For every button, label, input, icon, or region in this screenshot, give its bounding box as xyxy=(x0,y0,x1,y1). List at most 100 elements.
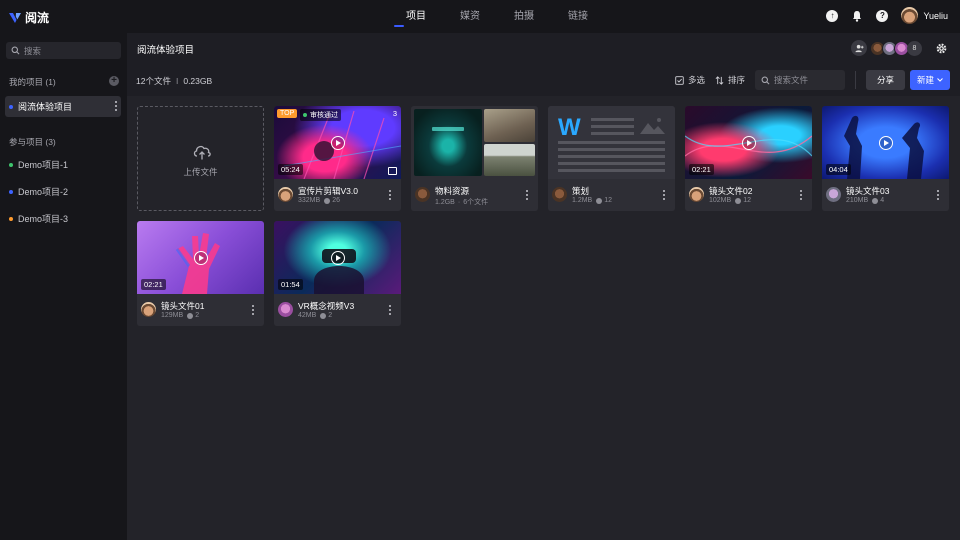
file-name: 宣传片剪辑V3.0 xyxy=(298,186,358,196)
tab-label: 拍摄 xyxy=(514,11,534,22)
folder-thumbnail[interactable] xyxy=(411,106,538,179)
toolbar-divider xyxy=(855,71,856,89)
play-icon[interactable] xyxy=(878,135,893,150)
file-card[interactable]: 04:04 镜头文件03 210MB 4 xyxy=(822,106,949,211)
sidebar-item-demo-3[interactable]: Demo项目-3 xyxy=(5,208,121,229)
tab-shooting[interactable]: 拍摄 xyxy=(497,0,551,33)
collaborators: 8 xyxy=(851,40,947,56)
duration-label: 04:04 xyxy=(826,164,851,175)
file-card[interactable]: TOP 审核通过 3 05:24 宣传片剪辑V3.0 332MB 26 xyxy=(274,106,401,211)
more-icon[interactable] xyxy=(251,305,254,317)
project-dot xyxy=(9,216,13,221)
tab-links[interactable]: 链接 xyxy=(551,0,605,33)
file-meta: 129MB 2 xyxy=(161,312,199,319)
file-toolbar: 多选 排序 分享 新建 xyxy=(675,70,950,90)
file-size: 129MB xyxy=(161,312,184,319)
file-card[interactable]: 02:21 镜头文件01 129MB 2 xyxy=(137,221,264,326)
upload-icon[interactable]: ↑ xyxy=(826,9,839,22)
duration-label: 05:24 xyxy=(278,164,303,175)
app-logo[interactable]: 阅流 xyxy=(9,9,49,26)
sidebar-item-project[interactable]: 阅流体验项目 xyxy=(5,96,121,117)
word-doc-icon: W xyxy=(558,114,665,172)
project-dot xyxy=(9,162,13,167)
card-info: 策划 1.2MB 12 xyxy=(548,179,675,211)
more-icon[interactable] xyxy=(388,305,391,317)
play-icon[interactable] xyxy=(741,135,756,150)
more-icon[interactable] xyxy=(114,101,117,112)
duration-label: 02:21 xyxy=(141,279,166,290)
card-info: VR概念视频V3 42MB 2 xyxy=(274,294,401,326)
new-button[interactable]: 新建 xyxy=(910,70,950,90)
sort-label: 排序 xyxy=(727,75,745,85)
versions-icon[interactable] xyxy=(388,167,397,175)
file-search-input[interactable] xyxy=(774,75,844,85)
page-title: 阅流体验项目 xyxy=(137,45,195,56)
avatar xyxy=(278,302,293,317)
user-menu[interactable]: Yueliu xyxy=(901,7,948,24)
file-card[interactable]: 01:54 VR概念视频V3 42MB 2 xyxy=(274,221,401,326)
more-icon[interactable] xyxy=(388,190,391,202)
file-meta: 42MB 2 xyxy=(298,312,332,319)
more-icon[interactable] xyxy=(525,190,528,202)
video-thumbnail[interactable]: 02:21 xyxy=(685,106,812,179)
card-info: 宣传片剪辑V3.0 332MB 26 xyxy=(274,179,401,211)
file-name: 策划 xyxy=(572,186,590,196)
sort-button[interactable]: 排序 xyxy=(715,74,745,86)
tab-projects[interactable]: 项目 xyxy=(389,0,443,33)
avatar xyxy=(141,302,156,317)
document-card[interactable]: W 策划 1.2MB 12 xyxy=(548,106,675,211)
play-icon[interactable] xyxy=(330,135,345,150)
sidebar-search-input[interactable] xyxy=(24,45,114,56)
file-meta: 102MB 12 xyxy=(709,197,751,204)
comment-count: 2 xyxy=(328,312,333,319)
comment-count: 12 xyxy=(743,197,751,204)
help-icon[interactable]: ? xyxy=(876,9,889,22)
sidebar: 我的项目 (1) + 阅流体验项目 参与项目 (3) Demo项目-1 Demo… xyxy=(0,33,127,540)
more-icon[interactable] xyxy=(936,190,939,202)
share-button[interactable]: 分享 xyxy=(866,70,905,90)
sidebar-item-label: Demo项目-2 xyxy=(18,187,69,197)
comment-icon xyxy=(187,312,194,319)
more-icon[interactable] xyxy=(799,190,802,202)
status-text: 审核通过 xyxy=(310,112,338,119)
project-dot xyxy=(9,104,13,109)
top-actions: ↑ ? Yueliu xyxy=(813,7,948,24)
multi-select-button[interactable]: 多选 xyxy=(675,74,705,86)
comment-count: 26 xyxy=(332,197,340,204)
more-icon[interactable] xyxy=(662,190,665,202)
play-icon[interactable] xyxy=(193,250,208,265)
sidebar-item-demo-1[interactable]: Demo项目-1 xyxy=(5,154,121,175)
file-search[interactable] xyxy=(755,70,845,90)
document-thumbnail[interactable]: W xyxy=(548,106,675,179)
add-project-button[interactable]: + xyxy=(109,76,119,86)
play-icon[interactable] xyxy=(330,250,345,265)
file-count: 12个文件 xyxy=(136,76,171,86)
more-members-badge[interactable]: 8 xyxy=(907,40,922,56)
upload-file-tile[interactable]: 上传文件 xyxy=(137,106,264,211)
folder-meta: 1.2GB · 6个文件 xyxy=(435,197,488,207)
tab-media[interactable]: 媒资 xyxy=(443,0,497,33)
folder-card[interactable]: 物料资源 1.2GB · 6个文件 xyxy=(411,106,538,211)
sidebar-search[interactable] xyxy=(6,42,121,59)
sidebar-item-demo-2[interactable]: Demo项目-2 xyxy=(5,181,121,202)
video-thumbnail[interactable]: 04:04 xyxy=(822,106,949,179)
search-icon xyxy=(761,76,770,84)
file-size: 1.2MB xyxy=(572,197,593,204)
video-thumbnail[interactable]: TOP 审核通过 3 05:24 xyxy=(274,106,401,179)
file-card[interactable]: 02:21 镜头文件02 102MB 12 xyxy=(685,106,812,211)
avatar xyxy=(689,187,704,202)
file-name: 镜头文件02 xyxy=(709,186,753,196)
main-content: 阅流体验项目 8 12个文件 I 0.23GB 多选 排序 搜索文件 分享 新建… xyxy=(127,33,960,540)
svg-text:W: W xyxy=(558,114,581,141)
gear-icon[interactable] xyxy=(936,43,947,54)
video-thumbnail[interactable]: 02:21 xyxy=(137,221,264,294)
version-count: 3 xyxy=(392,109,397,118)
folder-preview-2 xyxy=(484,109,535,142)
folder-name: 物料资源 xyxy=(435,186,470,196)
folder-size: 1.2GB xyxy=(435,198,455,206)
total-size: 0.23GB xyxy=(183,76,213,86)
video-thumbnail[interactable]: 01:54 xyxy=(274,221,401,294)
add-member-button[interactable] xyxy=(851,40,867,56)
user-name: Yueliu xyxy=(923,10,948,21)
bell-icon[interactable] xyxy=(851,10,863,22)
